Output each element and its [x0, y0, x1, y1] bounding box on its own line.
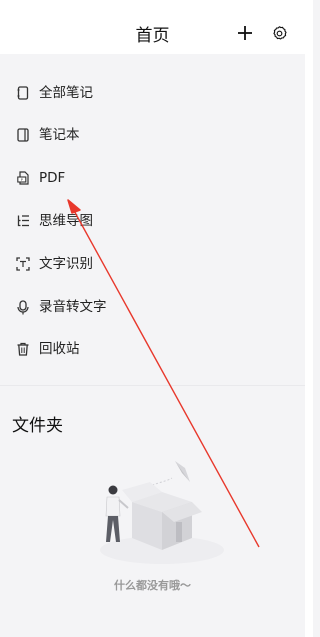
add-button[interactable] [234, 22, 256, 44]
menu-item-pdf[interactable]: P PDF [0, 157, 305, 199]
menu-label: 笔记本 [39, 127, 80, 143]
folders-title: 文件夹 [12, 416, 63, 436]
section-divider [0, 385, 305, 386]
gear-icon [272, 25, 287, 40]
scan-text-icon [16, 257, 30, 271]
menu-label: 文字识别 [39, 256, 93, 272]
empty-state-text: 什么都没有哦～ [114, 579, 191, 592]
right-edge-strip [305, 0, 313, 637]
menu-item-mind-map[interactable]: 思维导图 [0, 200, 305, 242]
all-notes-icon [16, 86, 30, 100]
menu-label: 全部笔记 [39, 85, 93, 101]
settings-button[interactable] [268, 22, 290, 44]
menu-item-recycle-bin[interactable]: 回收站 [0, 328, 305, 370]
menu-label: 思维导图 [39, 213, 93, 229]
menu-label: 回收站 [39, 341, 80, 357]
svg-text:P: P [20, 178, 22, 182]
mind-map-icon [16, 214, 30, 228]
menu-item-voice-to-text[interactable]: 录音转文字 [0, 286, 305, 328]
microphone-icon [16, 299, 30, 314]
page-title: 首页 [135, 26, 170, 46]
app-window: 首页 全部笔记 笔记本 P PDF 思维导图 文字识别 录音转文字 回收站 文件… [0, 0, 313, 637]
menu-label: 录音转文字 [39, 299, 107, 315]
pdf-icon: P [16, 171, 30, 185]
trash-icon [16, 342, 30, 356]
menu-label: PDF [39, 170, 66, 186]
menu-item-text-recognition[interactable]: 文字识别 [0, 243, 305, 285]
header-bar: 首页 [0, 0, 305, 54]
plus-icon [238, 26, 252, 40]
notebook-icon [16, 128, 30, 142]
menu-item-notebook[interactable]: 笔记本 [0, 114, 305, 156]
menu-item-all-notes[interactable]: 全部笔记 [0, 72, 305, 114]
empty-box-illustration [100, 461, 224, 564]
